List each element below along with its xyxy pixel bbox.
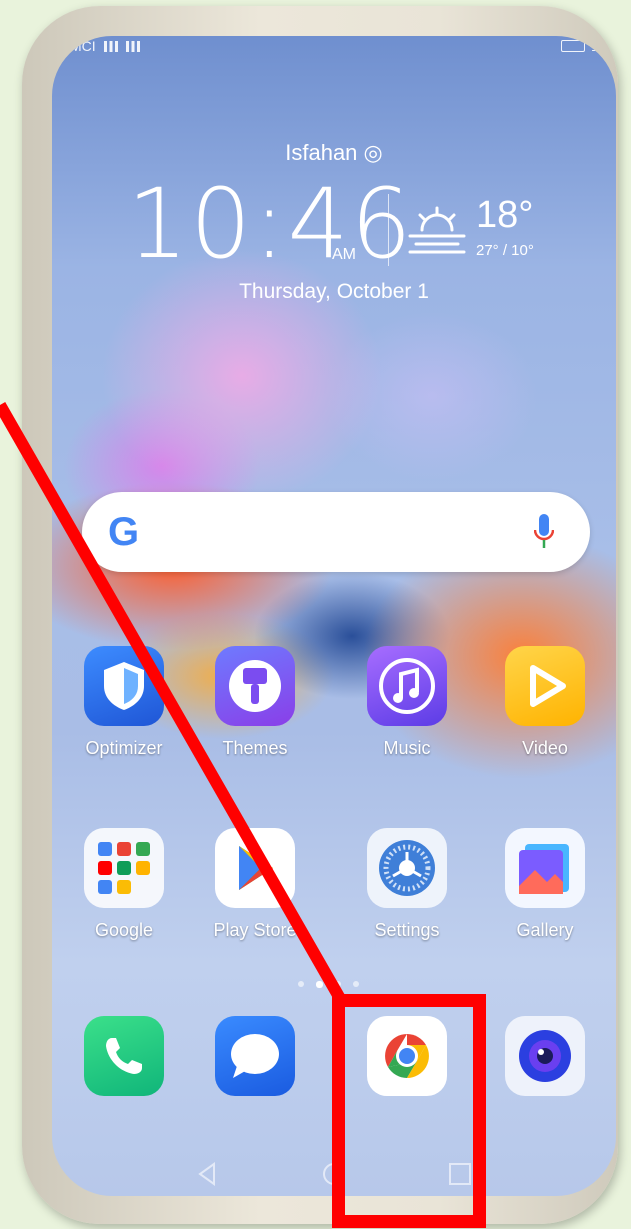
paintbrush-icon — [215, 646, 295, 726]
camera-icon — [505, 1016, 585, 1096]
weather-city[interactable]: Isfahan ◎ — [52, 140, 616, 166]
app-play-store[interactable]: Play Store — [200, 828, 310, 941]
carrier-label: MCI — [70, 38, 96, 54]
back-icon[interactable] — [198, 1162, 215, 1186]
play-store-icon — [215, 828, 295, 908]
gear-icon — [367, 828, 447, 908]
app-settings[interactable]: Settings — [352, 828, 462, 941]
app-google-folder[interactable]: Google — [69, 828, 179, 941]
google-logo-icon: G — [108, 510, 140, 554]
music-note-icon — [367, 646, 447, 726]
status-bar: MCI 10:46 — [52, 36, 616, 66]
app-themes[interactable]: Themes — [200, 646, 310, 759]
dock-phone[interactable] — [69, 1016, 179, 1096]
battery-icon — [560, 40, 585, 52]
page-indicator — [298, 981, 359, 988]
messages-icon — [215, 1016, 295, 1096]
signal-icon-2 — [125, 40, 140, 52]
google-search-bar[interactable]: G — [82, 492, 590, 572]
clock-time[interactable]: 10:46 — [127, 176, 414, 272]
clock-ampm: AM — [332, 246, 356, 263]
temperature-range: 27° / 10° — [476, 242, 534, 259]
current-temperature: 18° — [476, 194, 534, 236]
app-optimizer[interactable]: Optimizer — [69, 646, 179, 759]
signal-icon — [103, 40, 118, 52]
page-dot — [298, 981, 304, 987]
page-dot-active — [316, 981, 323, 988]
gallery-icon — [505, 828, 585, 908]
annotation-highlight-box — [332, 994, 486, 1228]
page-dot — [353, 981, 359, 987]
widget-divider — [388, 194, 389, 266]
app-music[interactable]: Music — [352, 646, 462, 759]
status-time: 10:46 — [590, 38, 616, 54]
dock-camera[interactable] — [490, 1016, 600, 1096]
shield-icon — [84, 646, 164, 726]
google-folder-icon — [84, 828, 164, 908]
date-label: Thursday, October 1 — [239, 280, 429, 303]
app-video[interactable]: Video — [490, 646, 600, 759]
phone-icon — [84, 1016, 164, 1096]
location-icon: ◎ — [363, 140, 383, 165]
play-icon — [505, 646, 585, 726]
sunrise-weather-icon — [408, 206, 466, 254]
microphone-icon[interactable] — [534, 512, 554, 552]
dock-messages[interactable] — [200, 1016, 310, 1096]
app-gallery[interactable]: Gallery — [490, 828, 600, 941]
page-dot — [335, 981, 341, 987]
